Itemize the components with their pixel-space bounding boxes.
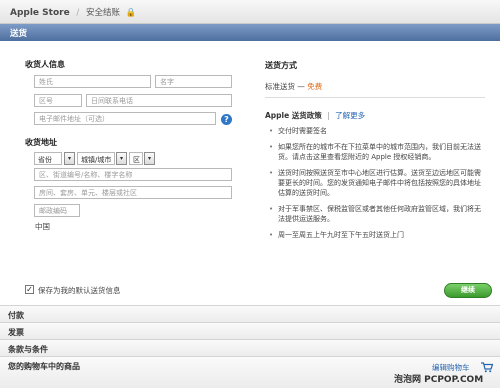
email-input[interactable] <box>34 112 216 125</box>
address-heading: 收货地址 <box>25 138 57 147</box>
street-input[interactable] <box>34 168 232 181</box>
unit-input[interactable] <box>34 186 232 199</box>
top-bar: Apple Store / 安全结账 🔒 <box>0 0 500 24</box>
area-code-input[interactable] <box>34 94 82 107</box>
policy-bullet: 周一至周五上午九时至下午五时送货上门 <box>268 230 484 240</box>
standard-shipping-label: 标准送货 — <box>265 82 308 91</box>
country-label: 中国 <box>35 222 50 231</box>
save-default-label: 保存为我的默认送货信息 <box>38 286 121 295</box>
learn-more-link[interactable]: 了解更多 <box>335 111 365 120</box>
policy-separator: | <box>327 111 330 120</box>
policy-bullet: 交付时需要签名 <box>268 126 484 136</box>
continue-button[interactable]: 继续 <box>444 283 492 298</box>
first-name-input[interactable] <box>155 75 232 88</box>
district-select[interactable]: 区 <box>129 152 143 165</box>
standard-shipping: 标准送货 — 免费 <box>265 81 322 92</box>
last-name-input[interactable] <box>34 75 151 88</box>
section-payment[interactable]: 付款 <box>0 305 500 322</box>
help-icon[interactable]: ? <box>221 114 232 125</box>
policy-bullet: 对于军事禁区、保税监管区或者其他任何政府监管区域，我们将无法提供运送服务。 <box>268 204 484 224</box>
free-label: 免费 <box>307 82 323 91</box>
district-dropdown-icon[interactable]: ▾ <box>144 152 155 165</box>
province-dropdown-icon[interactable]: ▾ <box>64 152 75 165</box>
shipping-method-heading: 送货方式 <box>265 61 297 70</box>
section-header-shipping: 送货 <box>0 24 500 41</box>
shipping-policy-line: Apple 送货政策 | 了解更多 <box>265 110 365 121</box>
breadcrumb-separator: / <box>76 8 80 18</box>
recipient-heading: 收货人信息 <box>25 60 65 69</box>
province-select[interactable]: 省份 <box>34 152 62 165</box>
watermark: 泡泡网 PCPOP.COM <box>394 375 484 385</box>
policy-bullet: 送货时间按照送货至市中心地区进行估算。送货至边远地区可能需要更长的时间。您的发货… <box>268 168 484 198</box>
divider <box>265 97 485 98</box>
apple-store-link[interactable]: Apple Store <box>10 8 70 18</box>
save-default-checkbox[interactable]: ✓ <box>25 285 34 294</box>
policy-bullet: 如果您所在的城市不在下拉菜单中的城市范围内，我们目前无法送货。请点击这里查看您附… <box>268 142 484 162</box>
phone-input[interactable] <box>86 94 232 107</box>
city-select[interactable]: 城镇/城市 <box>77 152 115 165</box>
policy-title: Apple 送货政策 <box>265 111 322 120</box>
breadcrumb-current: 安全结账 <box>85 8 120 18</box>
section-terms[interactable]: 条款与条件 <box>0 339 500 356</box>
breadcrumb: Apple Store / 安全结账 🔒 <box>10 6 136 18</box>
postcode-input[interactable] <box>34 204 80 217</box>
lock-icon: 🔒 <box>125 8 137 18</box>
section-invoice[interactable]: 发票 <box>0 322 500 339</box>
city-dropdown-icon[interactable]: ▾ <box>116 152 127 165</box>
shipping-policy-list: 交付时需要签名 如果您所在的城市不在下拉菜单中的城市范围内，我们目前无法送货。请… <box>268 126 484 246</box>
